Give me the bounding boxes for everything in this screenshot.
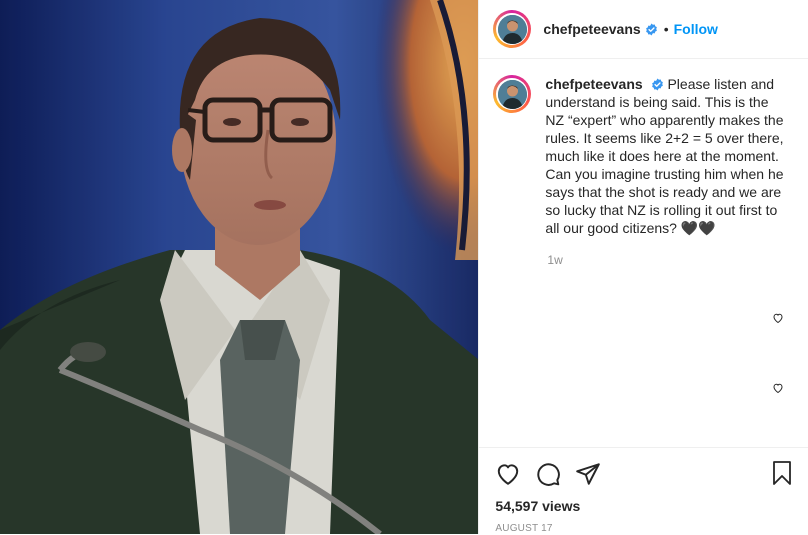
post-video[interactable] — [0, 0, 479, 534]
heart-icon[interactable] — [495, 461, 521, 487]
action-bar: 54,597 views AUGUST 17 — [479, 447, 808, 535]
header-username[interactable]: chefpeteevans — [543, 21, 640, 37]
verified-badge-icon — [645, 23, 658, 36]
caption-username[interactable]: chefpeteevans — [545, 76, 642, 92]
verified-badge-icon — [651, 78, 664, 91]
profile-picture — [497, 79, 527, 109]
separator-dot: • — [663, 21, 669, 37]
caption-text: chefpeteevans Please listen and understa… — [545, 75, 785, 237]
post-header: chefpeteevans • Follow — [479, 0, 808, 59]
post-side-panel: chefpeteevans • Follow chefpeteevans Ple… — [478, 0, 808, 535]
small-heart-icon[interactable] — [772, 311, 786, 325]
follow-button[interactable]: Follow — [674, 21, 718, 37]
caption-body: Please listen and understand is being sa… — [545, 76, 784, 236]
caption-avatar[interactable] — [493, 75, 532, 113]
small-heart-icon[interactable] — [772, 381, 786, 395]
post-date[interactable]: AUGUST 17 — [495, 523, 808, 534]
video-frame-illustration — [0, 0, 479, 534]
profile-picture — [497, 14, 527, 44]
caption-row: chefpeteevans Please listen and understa… — [493, 75, 794, 237]
profile-avatar[interactable] — [493, 10, 532, 48]
post-time-ago[interactable]: 1w — [547, 253, 794, 267]
comments-area: chefpeteevans Please listen and understa… — [479, 59, 808, 455]
instagram-post: chefpeteevans • Follow chefpeteevans Ple… — [0, 0, 808, 535]
comment-icon[interactable] — [535, 461, 561, 487]
paper-plane-icon[interactable] — [575, 461, 601, 487]
bookmark-icon[interactable] — [770, 460, 794, 486]
view-count[interactable]: 54,597 views — [495, 498, 808, 514]
